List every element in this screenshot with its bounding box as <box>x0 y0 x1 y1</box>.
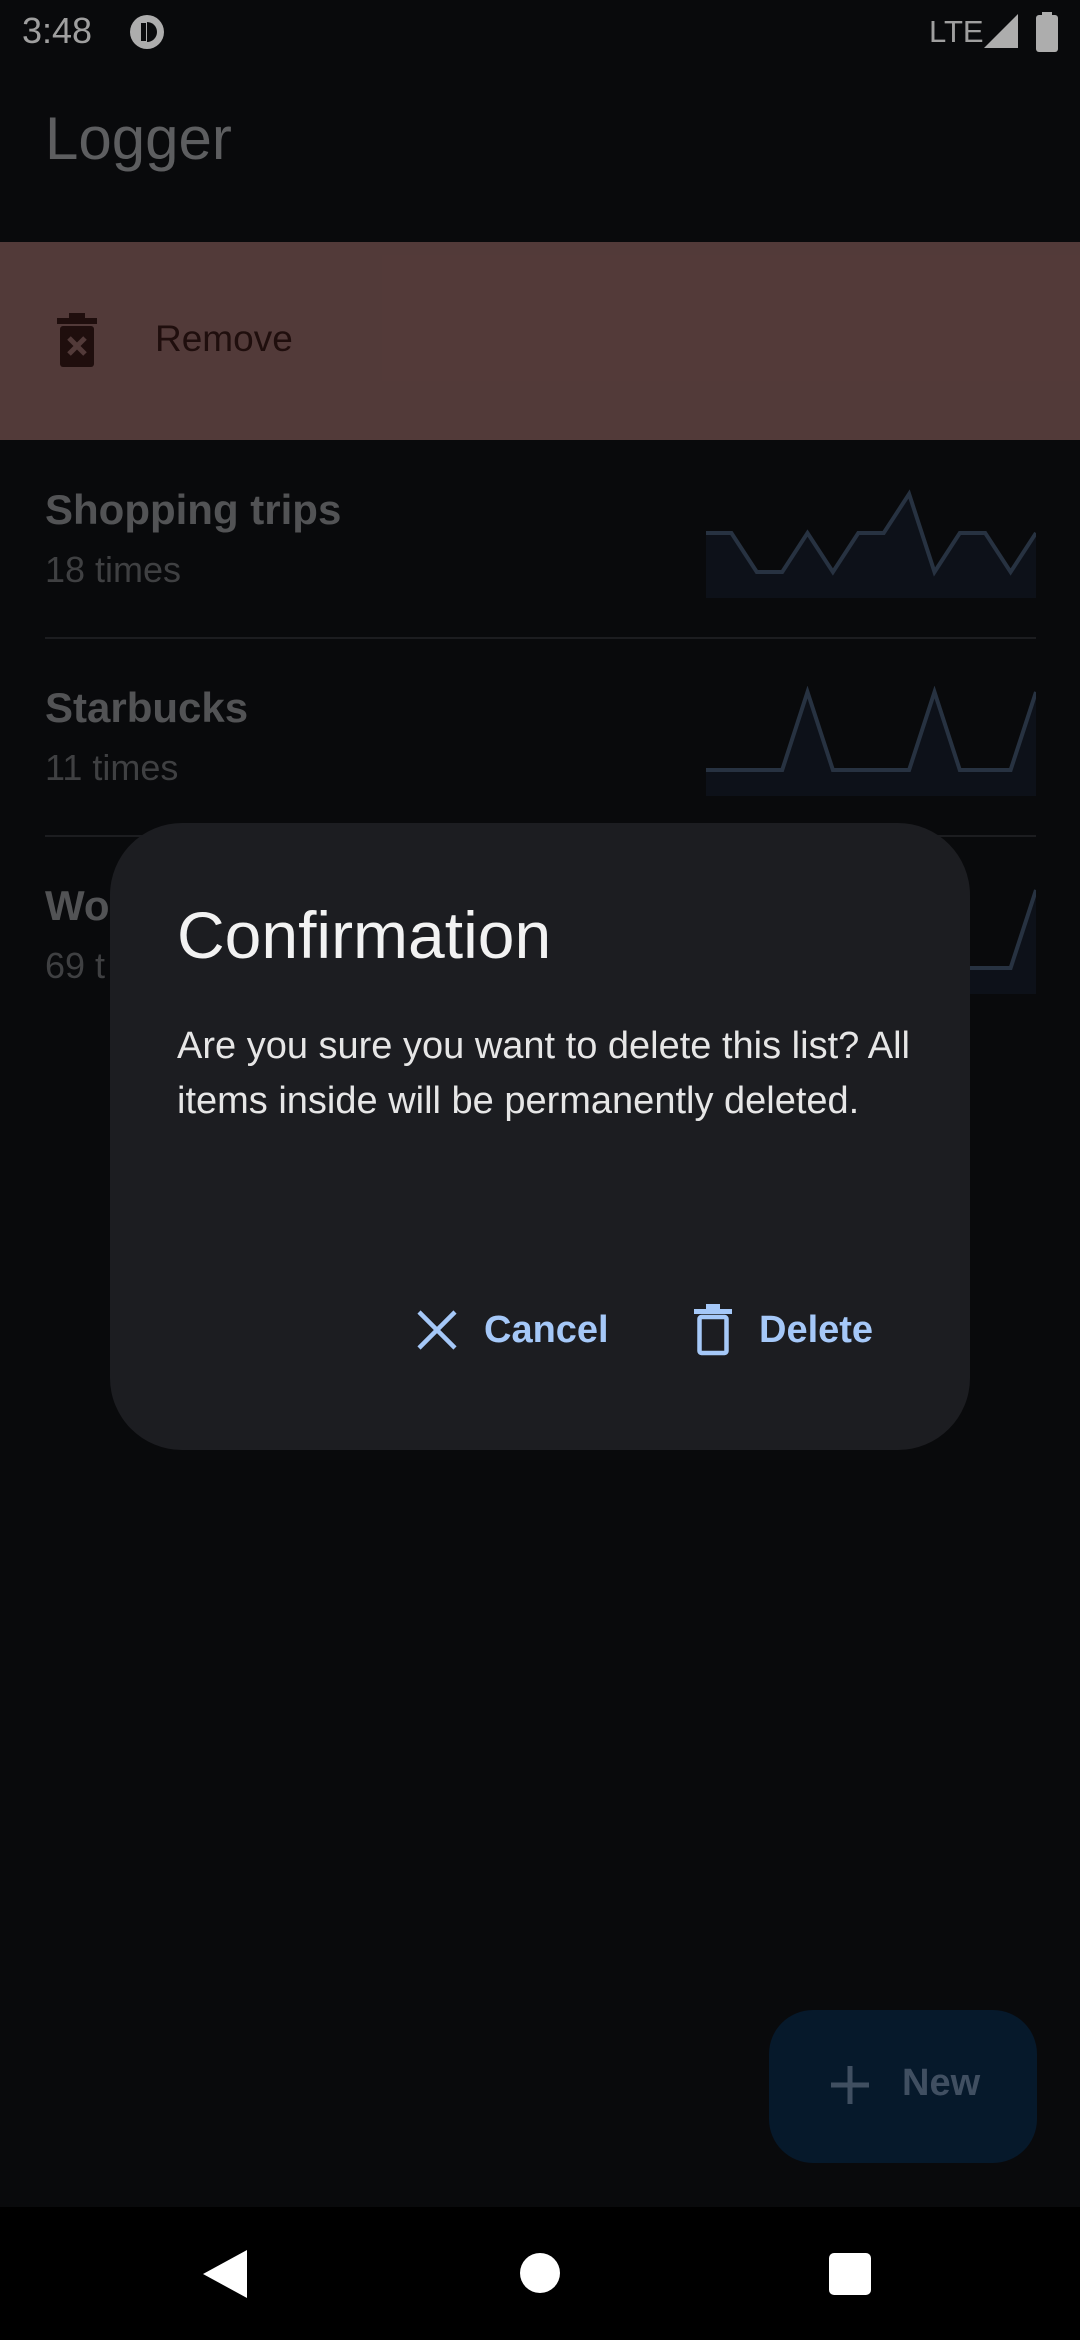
cancel-button[interactable]: Cancel <box>416 1290 609 1370</box>
cancel-label: Cancel <box>484 1308 609 1351</box>
confirmation-dialog: Confirmation Are you sure you want to de… <box>110 823 970 1450</box>
close-icon <box>417 1310 457 1350</box>
dialog-title: Confirmation <box>177 898 552 972</box>
recents-icon[interactable] <box>829 2253 871 2295</box>
system-navigation-bar <box>0 2207 1080 2340</box>
delete-icon <box>694 1304 732 1356</box>
delete-label: Delete <box>759 1308 874 1351</box>
back-icon[interactable] <box>203 2250 247 2298</box>
home-icon[interactable] <box>520 2253 560 2293</box>
delete-button[interactable]: Delete <box>693 1290 873 1370</box>
dialog-message: Are you sure you want to delete this lis… <box>177 1025 910 1122</box>
